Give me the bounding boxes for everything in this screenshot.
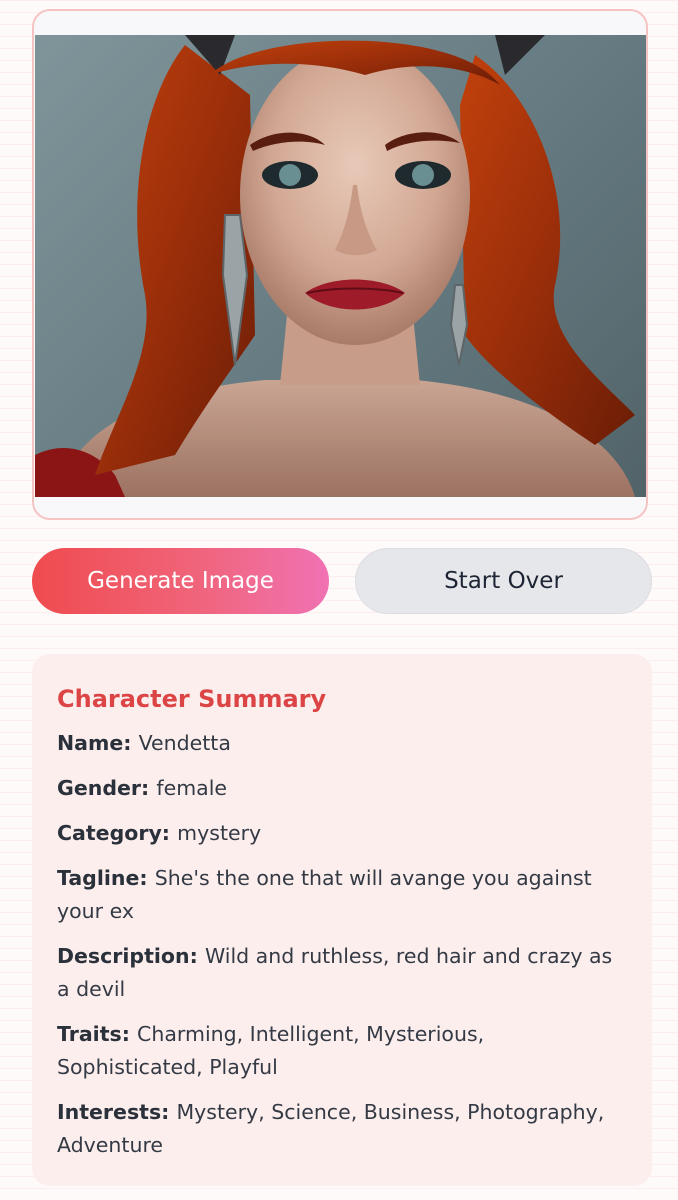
summary-label-name: Name:: [57, 731, 139, 755]
summary-label-gender: Gender:: [57, 776, 157, 800]
summary-row-name: Name: Vendetta: [57, 727, 626, 760]
summary-row-gender: Gender: female: [57, 772, 626, 805]
summary-value-category: mystery: [177, 821, 262, 845]
character-summary-panel: Character Summary Name: Vendetta Gender:…: [32, 654, 652, 1186]
summary-label-tagline: Tagline:: [57, 866, 155, 890]
summary-row-traits: Traits: Charming, Intelligent, Mysteriou…: [57, 1018, 626, 1084]
summary-value-name: Vendetta: [138, 731, 231, 755]
summary-label-interests: Interests:: [57, 1100, 177, 1124]
start-over-button[interactable]: Start Over: [355, 548, 652, 614]
generate-image-button[interactable]: Generate Image: [32, 548, 329, 614]
character-summary-title: Character Summary: [57, 685, 327, 713]
character-portrait: [35, 35, 646, 497]
summary-label-description: Description:: [57, 944, 205, 968]
summary-row-category: Category: mystery: [57, 817, 626, 850]
generated-image-card: [32, 9, 648, 520]
summary-row-tagline: Tagline: She's the one that will avange …: [57, 862, 626, 928]
summary-row-interests: Interests: Mystery, Science, Business, P…: [57, 1096, 626, 1162]
summary-row-description: Description: Wild and ruthless, red hair…: [57, 940, 626, 1006]
summary-label-traits: Traits:: [57, 1022, 138, 1046]
summary-value-gender: female: [156, 776, 228, 800]
summary-label-category: Category:: [57, 821, 178, 845]
